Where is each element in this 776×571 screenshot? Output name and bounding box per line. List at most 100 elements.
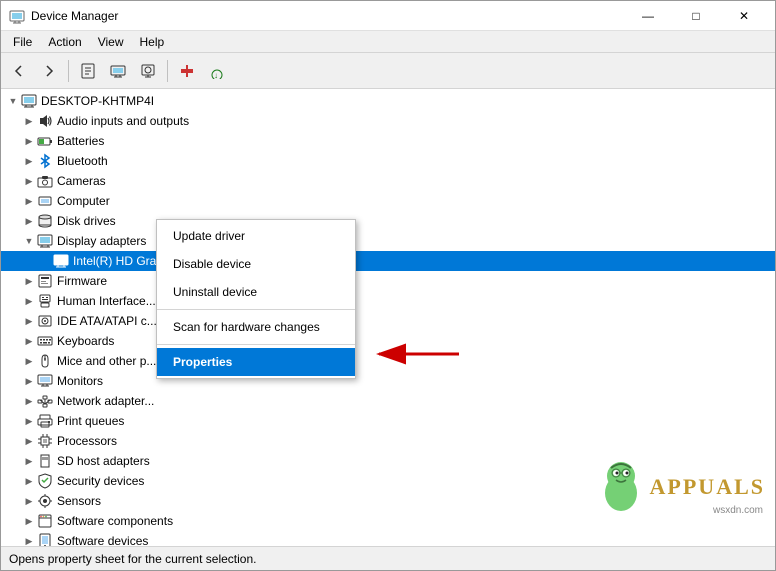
tree-root[interactable]: ▼ DESKTOP-KHTMP4I [1, 91, 775, 111]
menu-help[interactable]: Help [132, 33, 173, 51]
list-item[interactable]: ▼ Display adapters [1, 231, 775, 251]
swcomp-expander[interactable]: ▶ [21, 513, 37, 529]
context-disable-device[interactable]: Disable device [157, 250, 355, 278]
scan-hardware-button[interactable] [134, 57, 162, 85]
list-item[interactable]: ▶ Network adapter... [1, 391, 775, 411]
list-item[interactable]: ▶ Disk drives [1, 211, 775, 231]
list-item[interactable]: ▶ Monitors [1, 371, 775, 391]
network-icon [37, 393, 53, 409]
firmware-icon [37, 273, 53, 289]
help-button[interactable]: ↓ [203, 57, 231, 85]
list-item[interactable]: ▶ Processors [1, 431, 775, 451]
window-controls: — □ ✕ [625, 1, 767, 31]
list-item[interactable]: ▶ Batteries [1, 131, 775, 151]
context-uninstall-device[interactable]: Uninstall device [157, 278, 355, 306]
swdevices-label: Software devices [57, 534, 771, 546]
list-item[interactable]: ▶ Cameras [1, 171, 775, 191]
ide-expander[interactable]: ▶ [21, 313, 37, 329]
display-icon [37, 233, 53, 249]
properties-button[interactable] [74, 57, 102, 85]
menu-action[interactable]: Action [40, 33, 89, 51]
root-expander[interactable]: ▼ [5, 93, 21, 109]
list-item[interactable]: ▶ Computer [1, 191, 775, 211]
separator-1 [68, 60, 69, 82]
mascot-icon [596, 458, 646, 513]
close-button[interactable]: ✕ [721, 1, 767, 31]
mice-expander[interactable]: ▶ [21, 353, 37, 369]
menu-file[interactable]: File [5, 33, 40, 51]
print-expander[interactable]: ▶ [21, 413, 37, 429]
title-bar: Device Manager — □ ✕ [1, 1, 775, 31]
watermark-text: APPUALS [650, 474, 765, 500]
toolbar: ↓ [1, 53, 775, 89]
audio-icon [37, 113, 53, 129]
list-item[interactable]: ▶ Human Interface... [1, 291, 775, 311]
cameras-label: Cameras [57, 174, 771, 188]
sensor-icon [37, 493, 53, 509]
batteries-label: Batteries [57, 134, 771, 148]
back-button[interactable] [5, 57, 33, 85]
separator-2 [167, 60, 168, 82]
computer-expander[interactable]: ▶ [21, 193, 37, 209]
minimize-button[interactable]: — [625, 1, 671, 31]
mouse-icon [37, 353, 53, 369]
audio-expander[interactable]: ▶ [21, 113, 37, 129]
context-separator-2 [157, 344, 355, 345]
context-properties[interactable]: Properties [157, 348, 355, 376]
bluetooth-label: Bluetooth [57, 154, 771, 168]
svg-text:↓: ↓ [214, 71, 218, 79]
swcomponents-label: Software components [57, 514, 771, 528]
disable-button[interactable] [173, 57, 201, 85]
printqueues-label: Print queues [57, 414, 771, 428]
disk-expander[interactable]: ▶ [21, 213, 37, 229]
ide-icon [37, 313, 53, 329]
sd-expander[interactable]: ▶ [21, 453, 37, 469]
status-bar: Opens property sheet for the current sel… [1, 546, 775, 570]
hid-expander[interactable]: ▶ [21, 293, 37, 309]
computer-item-icon [37, 193, 53, 209]
cameras-expander[interactable]: ▶ [21, 173, 37, 189]
bluetooth-icon [37, 153, 53, 169]
intel-icon [53, 253, 69, 269]
list-item[interactable]: ▶ Software devices [1, 531, 775, 546]
context-separator-1 [157, 309, 355, 310]
list-item[interactable]: ▶ Audio inputs and outputs [1, 111, 775, 131]
network-label: Network adapter... [57, 394, 771, 408]
sensors-expander[interactable]: ▶ [21, 493, 37, 509]
security-expander[interactable]: ▶ [21, 473, 37, 489]
monitors-icon [37, 373, 53, 389]
processors-expander[interactable]: ▶ [21, 433, 37, 449]
swdev-expander[interactable]: ▶ [21, 533, 37, 546]
properties-arrow [369, 339, 469, 369]
disk-icon [37, 213, 53, 229]
list-item[interactable]: ▶ Print queues [1, 411, 775, 431]
computer-label: Computer [57, 194, 771, 208]
context-scan-hardware[interactable]: Scan for hardware changes [157, 313, 355, 341]
list-item[interactable]: ▶ IDE ATA/ATAPI c... [1, 311, 775, 331]
context-update-driver[interactable]: Update driver [157, 222, 355, 250]
batteries-expander[interactable]: ▶ [21, 133, 37, 149]
firmware-expander[interactable]: ▶ [21, 273, 37, 289]
list-item[interactable]: ▶ Firmware [1, 271, 775, 291]
intel-expander [37, 253, 53, 269]
list-item[interactable]: ▶ Bluetooth [1, 151, 775, 171]
bluetooth-expander[interactable]: ▶ [21, 153, 37, 169]
forward-button[interactable] [35, 57, 63, 85]
camera-icon [37, 173, 53, 189]
menu-view[interactable]: View [90, 33, 132, 51]
update-driver-button[interactable] [104, 57, 132, 85]
context-menu: Update driver Disable device Uninstall d… [156, 219, 356, 379]
watermark: APPUALS [596, 458, 765, 516]
content-area: ▼ DESKTOP-KHTMP4I ▶ [1, 89, 775, 546]
device-manager-window: Device Manager — □ ✕ File Action View He… [0, 0, 776, 571]
network-expander[interactable]: ▶ [21, 393, 37, 409]
monitors-expander[interactable]: ▶ [21, 373, 37, 389]
tree-item-intel[interactable]: Intel(R) HD Graphics 615 [1, 251, 775, 271]
computer-icon [21, 93, 37, 109]
maximize-button[interactable]: □ [673, 1, 719, 31]
keyboard-expander[interactable]: ▶ [21, 333, 37, 349]
cpu-icon [37, 433, 53, 449]
audio-label: Audio inputs and outputs [57, 114, 771, 128]
window-title: Device Manager [31, 9, 625, 23]
display-expander[interactable]: ▼ [21, 233, 37, 249]
